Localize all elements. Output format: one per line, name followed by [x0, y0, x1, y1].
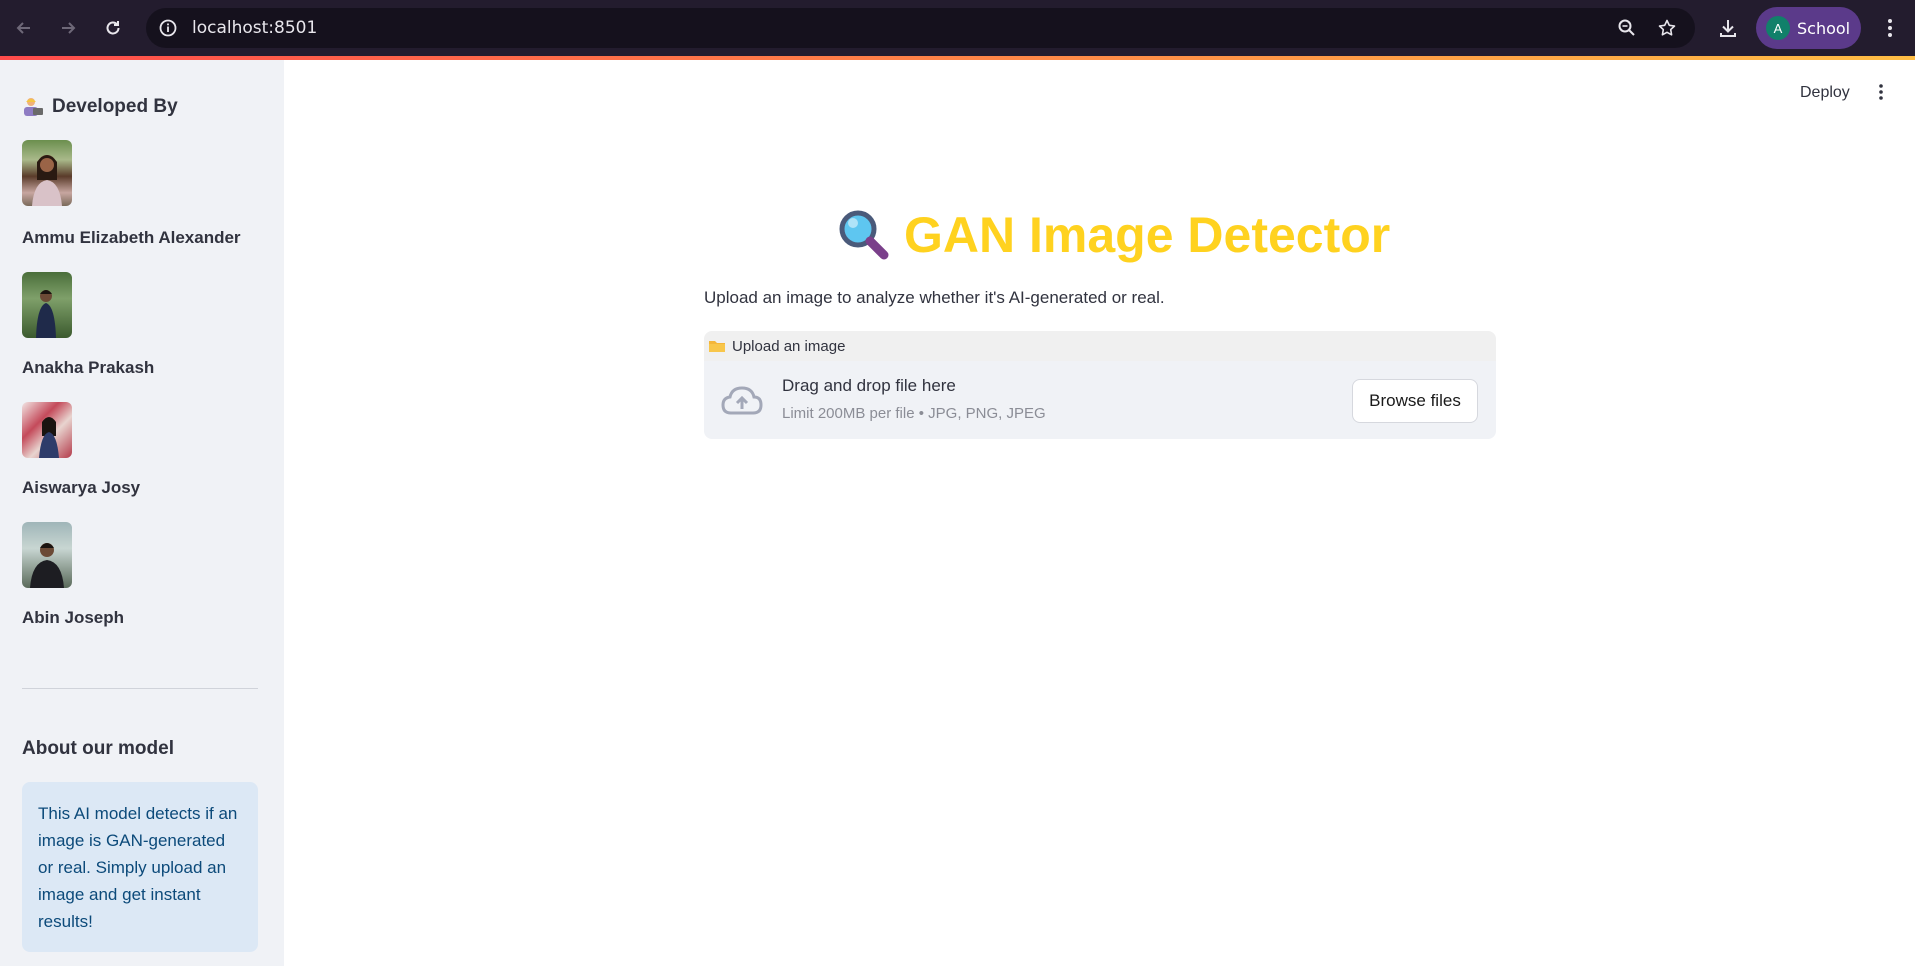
developer-photo [22, 522, 72, 588]
page-subtitle: Upload an image to analyze whether it's … [704, 288, 1165, 307]
file-uploader-label-text: Upload an image [732, 337, 846, 355]
vertical-dots-icon [1888, 19, 1892, 37]
download-icon [1720, 20, 1736, 37]
about-info-box: This AI model detects if an image is GAN… [22, 782, 258, 952]
main-menu-button[interactable] [1872, 80, 1890, 104]
developer-photo [22, 402, 72, 458]
sidebar: Developed By Ammu Elizabeth Alexander An… [0, 60, 284, 966]
dropzone-limit-text: Limit 200MB per file • JPG, PNG, JPEG [782, 405, 1046, 422]
profile-avatar: A [1766, 16, 1790, 40]
forward-button[interactable] [52, 12, 84, 44]
sidebar-header: Developed By [22, 96, 178, 118]
url-text[interactable]: localhost:8501 [192, 18, 317, 38]
back-button[interactable] [8, 12, 40, 44]
developer-name: Ammu Elizabeth Alexander [22, 228, 241, 247]
reload-button[interactable] [97, 12, 129, 44]
profile-button[interactable]: A School [1756, 7, 1861, 49]
page-title-text: GAN Image Detector [904, 207, 1391, 263]
developer-photo [22, 272, 72, 338]
download-button[interactable] [1712, 12, 1744, 44]
developer-name: Anakha Prakash [22, 358, 155, 377]
address-bar[interactable]: localhost:8501 [146, 8, 1695, 48]
zoom-icon[interactable] [1615, 16, 1639, 40]
bookmark-star-icon[interactable] [1655, 16, 1679, 40]
magnifying-glass-icon [839, 210, 889, 260]
about-title: About our model [22, 738, 174, 759]
app-header-decoration [0, 56, 1915, 60]
developer-name: Abin Joseph [22, 608, 125, 627]
site-info-icon[interactable] [156, 16, 180, 40]
reload-icon [106, 21, 120, 35]
profile-name: School [1797, 18, 1851, 38]
dropzone-title: Drag and drop file here [782, 376, 956, 395]
developer-emoji-icon [24, 98, 43, 116]
sidebar-divider [22, 688, 258, 689]
deploy-button[interactable]: Deploy [1794, 80, 1856, 106]
developer-name: Aiswarya Josy [22, 478, 141, 497]
folder-icon [709, 341, 725, 352]
forward-arrow-icon [62, 22, 76, 34]
file-uploader-label: Upload an image [704, 331, 1496, 361]
cloud-upload-icon [721, 386, 763, 415]
developer-photo [22, 140, 72, 206]
browser-toolbar: localhost:8501 A School [0, 0, 1915, 56]
vertical-dots-icon [1879, 84, 1883, 100]
sidebar-header-text: Developed By [52, 96, 178, 117]
back-arrow-icon [16, 22, 30, 34]
browser-menu-button[interactable] [1874, 12, 1906, 44]
page-title: GAN Image Detector [836, 200, 1390, 270]
browse-files-button[interactable]: Browse files [1352, 379, 1478, 423]
